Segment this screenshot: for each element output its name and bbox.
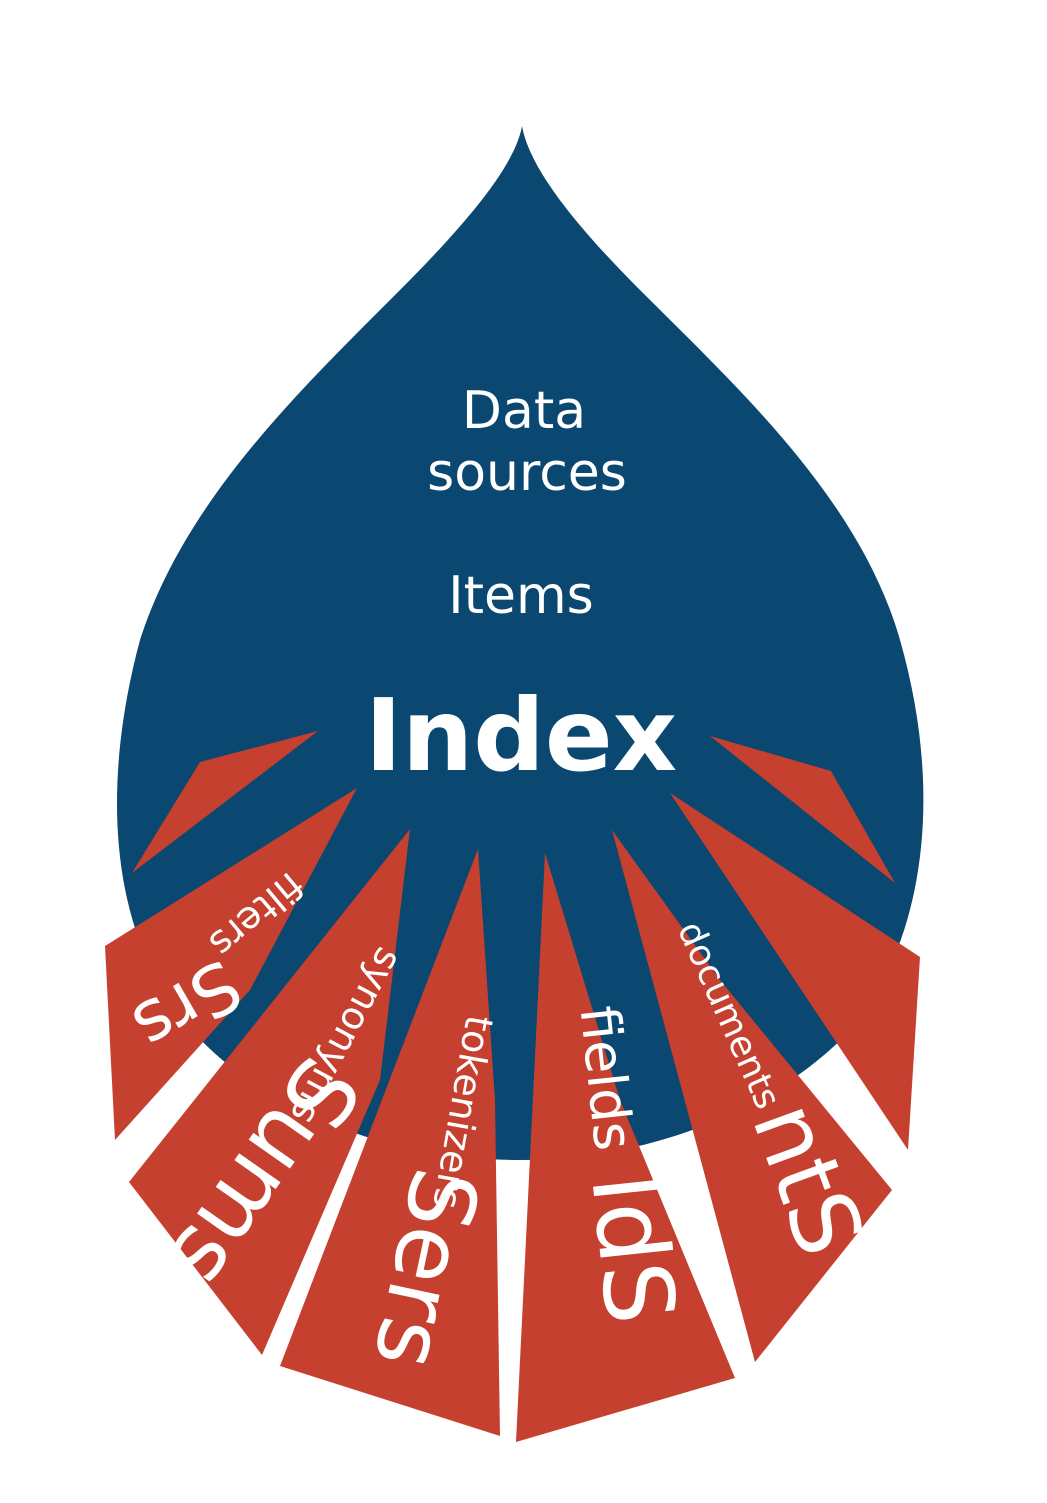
ray-label-fields-large: IdS (569, 1168, 696, 1329)
label-index: Index (365, 677, 677, 794)
label-data: Data (462, 381, 586, 441)
label-sources: sources (427, 443, 627, 503)
search-index-diagram: Data sources Items Index filters Srs syn… (105, 126, 924, 1442)
label-items: Items (448, 566, 593, 626)
